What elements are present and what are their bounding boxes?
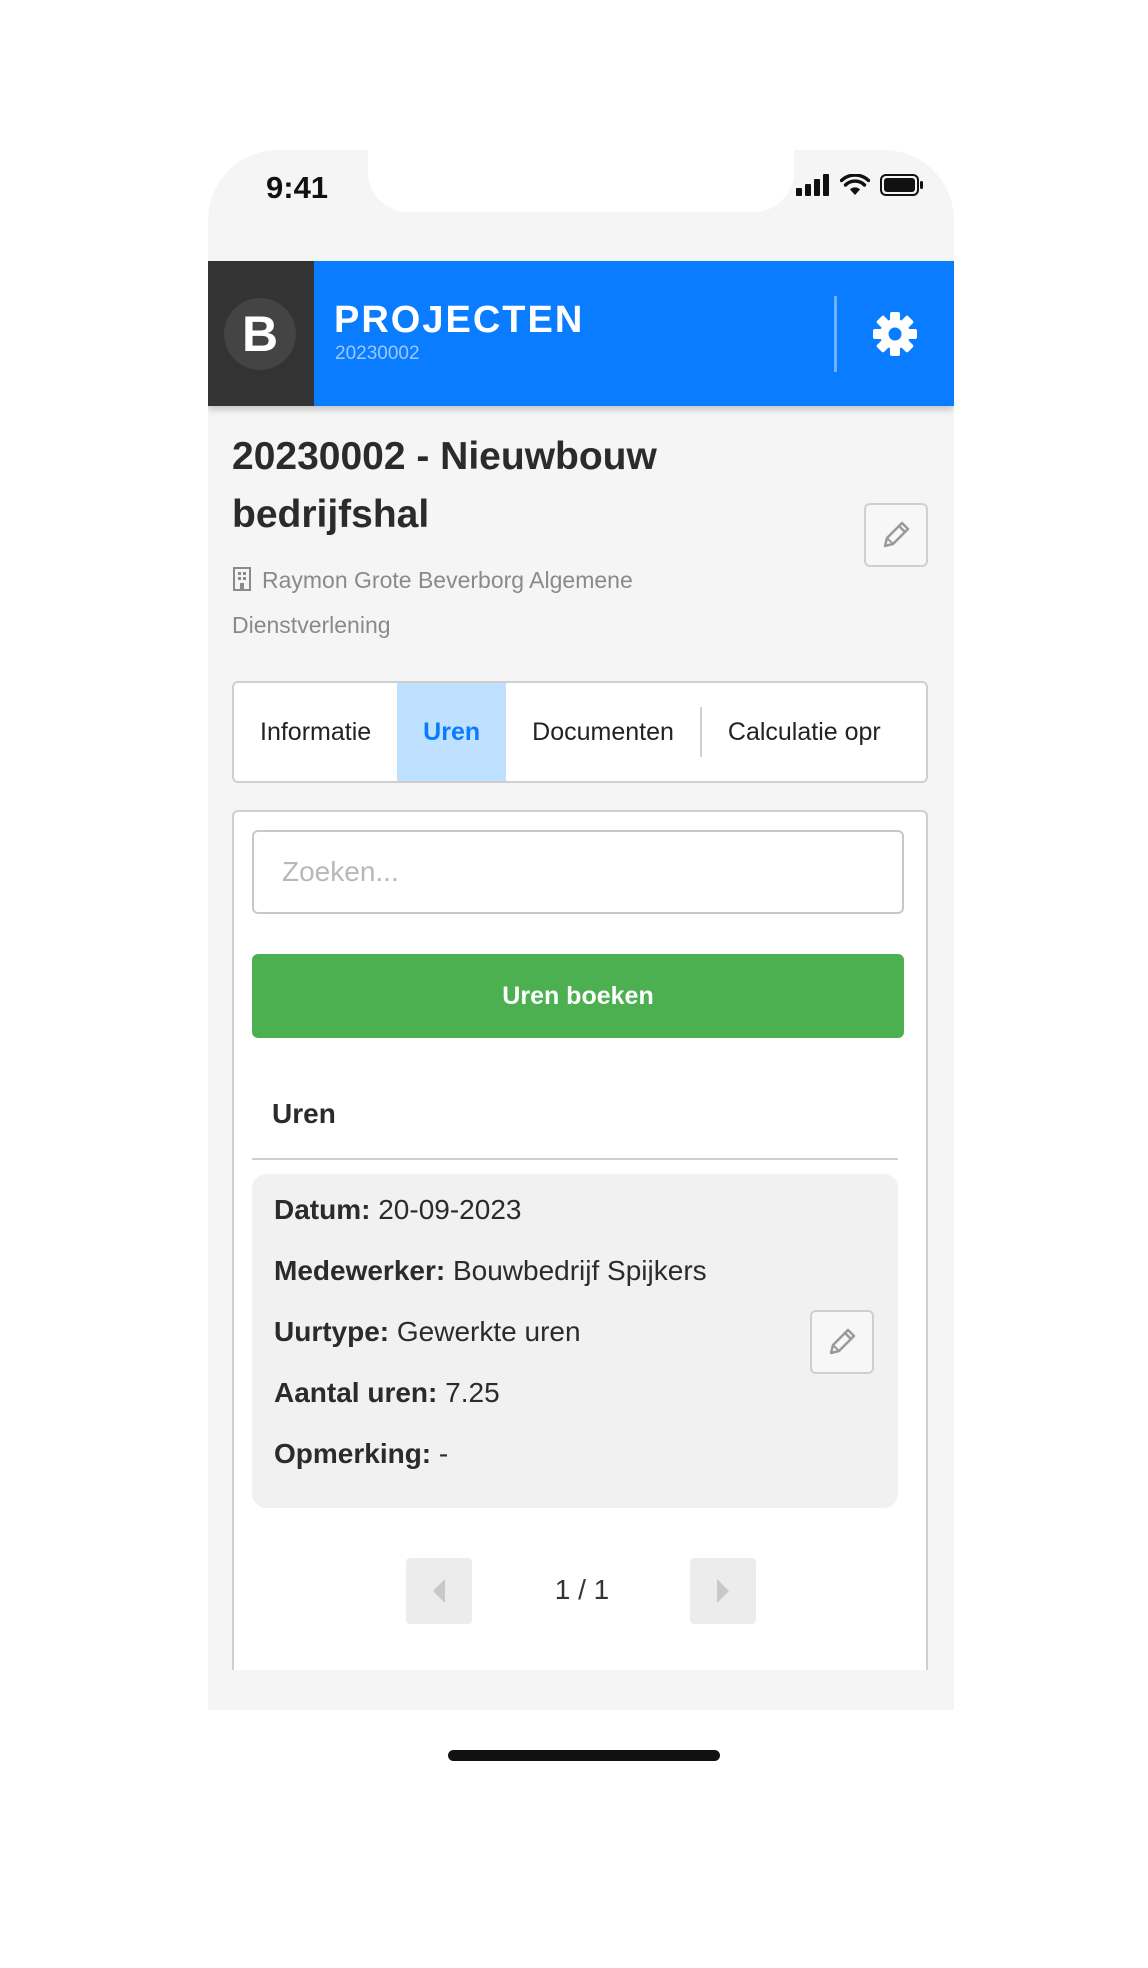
tab-bar: Informatie Uren Documenten Calculatie op… — [232, 681, 928, 783]
cellular-signal-icon — [796, 174, 829, 196]
pagination: 1 / 1 — [234, 1558, 930, 1624]
entry-employee-value: Bouwbedrijf Spijkers — [452, 1255, 707, 1286]
edit-entry-button[interactable] — [810, 1310, 874, 1374]
entry-date-label: Datum: — [274, 1194, 371, 1225]
logo-letter: B — [224, 298, 296, 370]
tab-informatie[interactable]: Informatie — [234, 683, 397, 781]
project-client: Raymon Grote Beverborg Algemene Dienstve… — [232, 558, 702, 648]
hour-entry-card: Datum: 20-09-2023 Medewerker: Bouwbedrij… — [252, 1174, 898, 1508]
entry-remark: Opmerking: - — [274, 1438, 448, 1470]
hours-section-title: Uren — [272, 1098, 336, 1129]
battery-icon — [880, 174, 923, 196]
phone-notch — [368, 150, 794, 212]
book-hours-button[interactable]: Uren boeken — [252, 954, 904, 1038]
entry-amount: Aantal uren: 7.25 — [274, 1377, 500, 1409]
entry-employee-label: Medewerker: — [274, 1255, 446, 1286]
chevron-right-icon — [717, 1579, 729, 1603]
building-icon — [233, 567, 251, 591]
app-header: B PROJECTEN 20230002 — [208, 261, 954, 406]
header-divider — [834, 296, 837, 372]
project-title: 20230002 - Nieuwbouw bedrijfshal — [232, 435, 657, 536]
entry-amount-label: Aantal uren: — [274, 1377, 438, 1408]
settings-button[interactable] — [870, 309, 920, 359]
entry-date: Datum: 20-09-2023 — [274, 1194, 521, 1226]
search-input[interactable] — [252, 830, 904, 914]
page-indicator: 1 / 1 — [554, 1574, 610, 1605]
home-indicator[interactable] — [448, 1750, 720, 1761]
logo[interactable]: B — [208, 261, 314, 406]
project-client-name: Raymon Grote Beverborg Algemene Dienstve… — [232, 567, 633, 638]
pencil-icon — [829, 1328, 856, 1355]
page-subtitle: 20230002 — [335, 343, 420, 364]
entry-type: Uurtype: Gewerkte uren — [274, 1316, 581, 1348]
entry-remark-value: - — [438, 1438, 449, 1469]
entry-amount-value: 7.25 — [445, 1377, 500, 1408]
phone-screen: 9:41 B PROJECTEN 20230002 20230002 - Nie… — [208, 150, 954, 1710]
tab-uren[interactable]: Uren — [397, 683, 507, 781]
tab-calculatie[interactable]: Calculatie opr — [702, 683, 907, 781]
entry-type-label: Uurtype: — [274, 1316, 390, 1347]
entry-remark-label: Opmerking: — [274, 1438, 432, 1469]
pencil-icon — [883, 521, 910, 548]
status-time: 9:41 — [266, 170, 329, 205]
section-divider — [252, 1158, 898, 1160]
status-icons — [796, 174, 924, 196]
entry-date-value: 20-09-2023 — [378, 1194, 522, 1225]
edit-project-button[interactable] — [864, 503, 928, 567]
entry-employee: Medewerker: Bouwbedrijf Spijkers — [274, 1255, 707, 1287]
tab-documenten[interactable]: Documenten — [506, 683, 700, 781]
next-page-button[interactable] — [690, 1558, 756, 1624]
hours-panel: Uren boeken Uren Datum: 20-09-2023 Medew… — [232, 810, 928, 1670]
entry-type-value: Gewerkte uren — [396, 1316, 581, 1347]
wifi-icon — [840, 174, 870, 195]
gear-icon — [873, 312, 917, 356]
page-title: PROJECTEN — [334, 299, 585, 341]
